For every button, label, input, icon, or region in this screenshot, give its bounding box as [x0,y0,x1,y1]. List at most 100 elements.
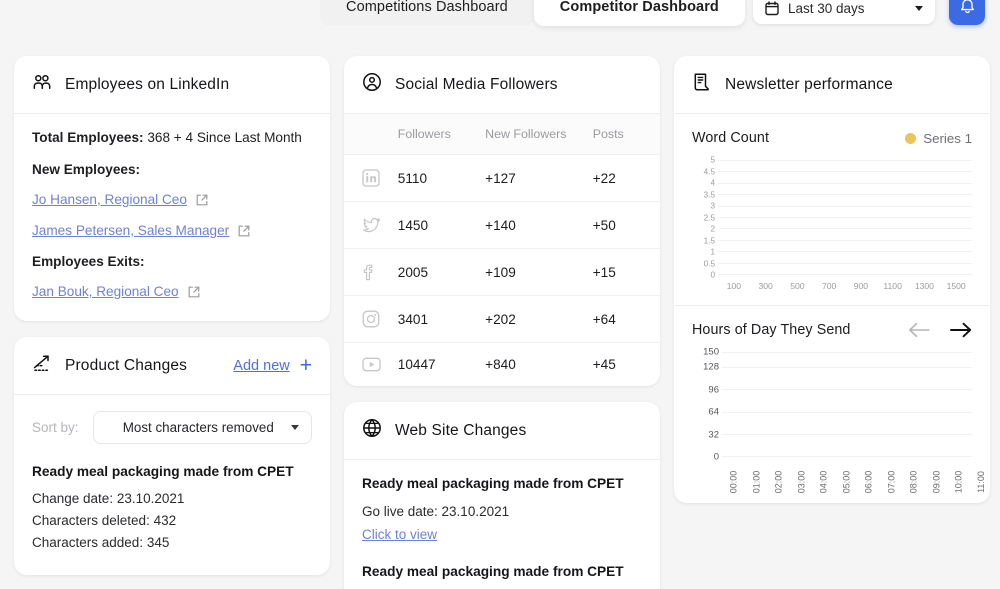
grid-line [722,389,972,391]
new-followers-value: +840 [485,357,516,372]
chevron-down-icon [915,5,923,11]
grid-line [722,433,972,435]
x-tick-slot: 500 [782,281,814,291]
followers-value: 10447 [397,357,436,372]
y-axis-tick: 64 [708,406,719,418]
card-title: Employees on LinkedIn [65,75,230,93]
grid-line [718,274,972,275]
plot-area [718,160,972,275]
table-header-row: Followers New Followers Posts [344,114,660,155]
grid-line [718,217,972,218]
x-tick-slot: 01:00 [745,463,768,494]
click-to-view-link[interactable]: Click to view [362,527,437,542]
plus-icon[interactable]: + [300,355,312,376]
new-followers-value: +127 [485,154,593,202]
x-axis-tick: 07:00 [885,470,896,494]
tab-competitions-dashboard[interactable]: Competitions Dashboard [320,0,534,26]
grid-line [718,182,972,184]
hours-of-day-chart: Hours of Day They Send 150 128 96 64 32 … [674,306,990,503]
col-followers: Followers [397,114,486,155]
new-followers-value: +202 [485,295,593,343]
y-axis-tick: 2.5 [703,213,715,222]
y-axis: 150 128 96 64 32 0 [692,347,722,463]
grid-line [722,411,972,413]
x-axis-tick: 03:00 [795,470,806,494]
tab-competitor-dashboard[interactable]: Competitor Dashboard [533,0,745,26]
arrow-right-icon[interactable] [950,322,972,338]
table-row: 10447 +840 +45 [344,343,660,387]
external-link-icon[interactable] [188,286,200,298]
sort-by-select[interactable]: Most characters removed [92,411,312,444]
arrow-left-icon[interactable] [908,322,930,338]
x-axis-tick: 06:00 [863,470,874,494]
twitter-icon [362,216,398,234]
y-axis: 5 4.5 4 3.5 3 2.5 2 1.5 1 0.5 0 [692,156,718,280]
facebook-icon [362,263,398,281]
product-chars-deleted: Characters deleted: 432 [32,513,177,528]
legend-label: Series 1 [923,130,972,146]
instagram-icon [362,310,398,328]
column-middle: Social Media Followers Followers New Fol… [344,56,660,589]
x-axis-tick: 11:00 [975,471,986,493]
x-tick-slot: 1100 [877,281,909,291]
x-tick-slot: 1500 [940,281,972,291]
social-followers-table: Followers New Followers Posts 5110 +127 … [344,114,660,386]
card-header-actions: Add new + [233,355,312,376]
grid-line [718,239,972,241]
date-range-label: Last 30 days [788,0,865,16]
card-title: Product Changes [65,356,188,374]
x-tick-slot: 06:00 [857,463,880,494]
website-change-item: Ready meal packaging made from CPET [362,564,642,579]
chart-title: Word Count [692,130,770,146]
x-axis: 00:00 01:00 02:00 03:00 04:00 05:00 06:00 07:00… [692,457,986,494]
employee-link[interactable]: Jo Hansen, Regional Ceo [32,192,187,207]
employees-exits-label: Employees Exits: [32,254,145,269]
card-title: Web Site Changes [395,421,527,439]
grid-line [718,205,972,207]
chart-plot: 5 4.5 4 3.5 3 2.5 2 1.5 1 0.5 0 [692,156,972,280]
grid-line [718,160,972,161]
external-link-icon[interactable] [238,225,250,237]
calendar-icon [765,0,779,16]
employee-exit-row: Jan Bouk, Regional Ceo [32,284,312,299]
legend-color-dot [905,132,917,144]
x-axis-tick: 1300 [914,281,934,291]
people-icon [32,72,52,97]
top-bar: Competitions Dashboard Competitor Dashbo… [0,0,1000,32]
card-header: Social Media Followers [344,56,660,114]
column-right: Newsletter performance Word Count Series… [674,56,990,519]
newsletter-performance-card: Newsletter performance Word Count Series… [674,56,990,503]
x-axis-tick: 08:00 [908,470,919,494]
chart-plot: 150 128 96 64 32 0 [692,347,972,463]
x-axis-tick: 300 [758,281,773,291]
sort-by-label: Sort by: [32,420,79,435]
notifications-button[interactable] [949,0,985,25]
y-axis-tick: 4 [710,178,715,188]
youtube-icon [362,357,398,372]
table-row: 5110 +127 +22 [344,154,660,202]
external-link-icon[interactable] [196,194,208,206]
x-tick-slot: 900 [845,281,877,291]
product-change-date: Change date: 23.10.2021 [32,491,185,506]
y-axis-tick: 5 [710,155,715,165]
y-axis-tick: 1.5 [703,236,715,245]
y-axis-tick: 96 [708,384,719,396]
newsletter-icon [692,72,712,97]
date-range-picker[interactable]: Last 30 days [753,0,935,24]
posts-value: +64 [592,295,660,343]
chart-header: Word Count Series 1 [692,130,972,146]
chevron-down-icon [291,425,299,430]
product-chars-added: Characters added: 345 [32,535,170,550]
x-tick-slot: 300 [750,281,782,291]
total-employees-label: Total Employees: [32,130,144,145]
employees-on-linkedin-card: Employees on LinkedIn Total Employees: 3… [14,56,330,321]
employee-link[interactable]: James Petersen, Sales Manager [32,223,229,238]
add-new-link[interactable]: Add new [233,358,289,374]
table-header: Followers New Followers Posts [344,114,660,155]
new-employees-label: New Employees: [32,162,141,177]
dashboard-page: Competitions Dashboard Competitor Dashbo… [0,0,1000,589]
card-header: Employees on LinkedIn [14,56,330,114]
employee-link[interactable]: Jan Bouk, Regional Ceo [32,284,179,299]
x-axis-tick: 10:00 [953,470,964,494]
y-axis-tick: 32 [708,429,719,441]
